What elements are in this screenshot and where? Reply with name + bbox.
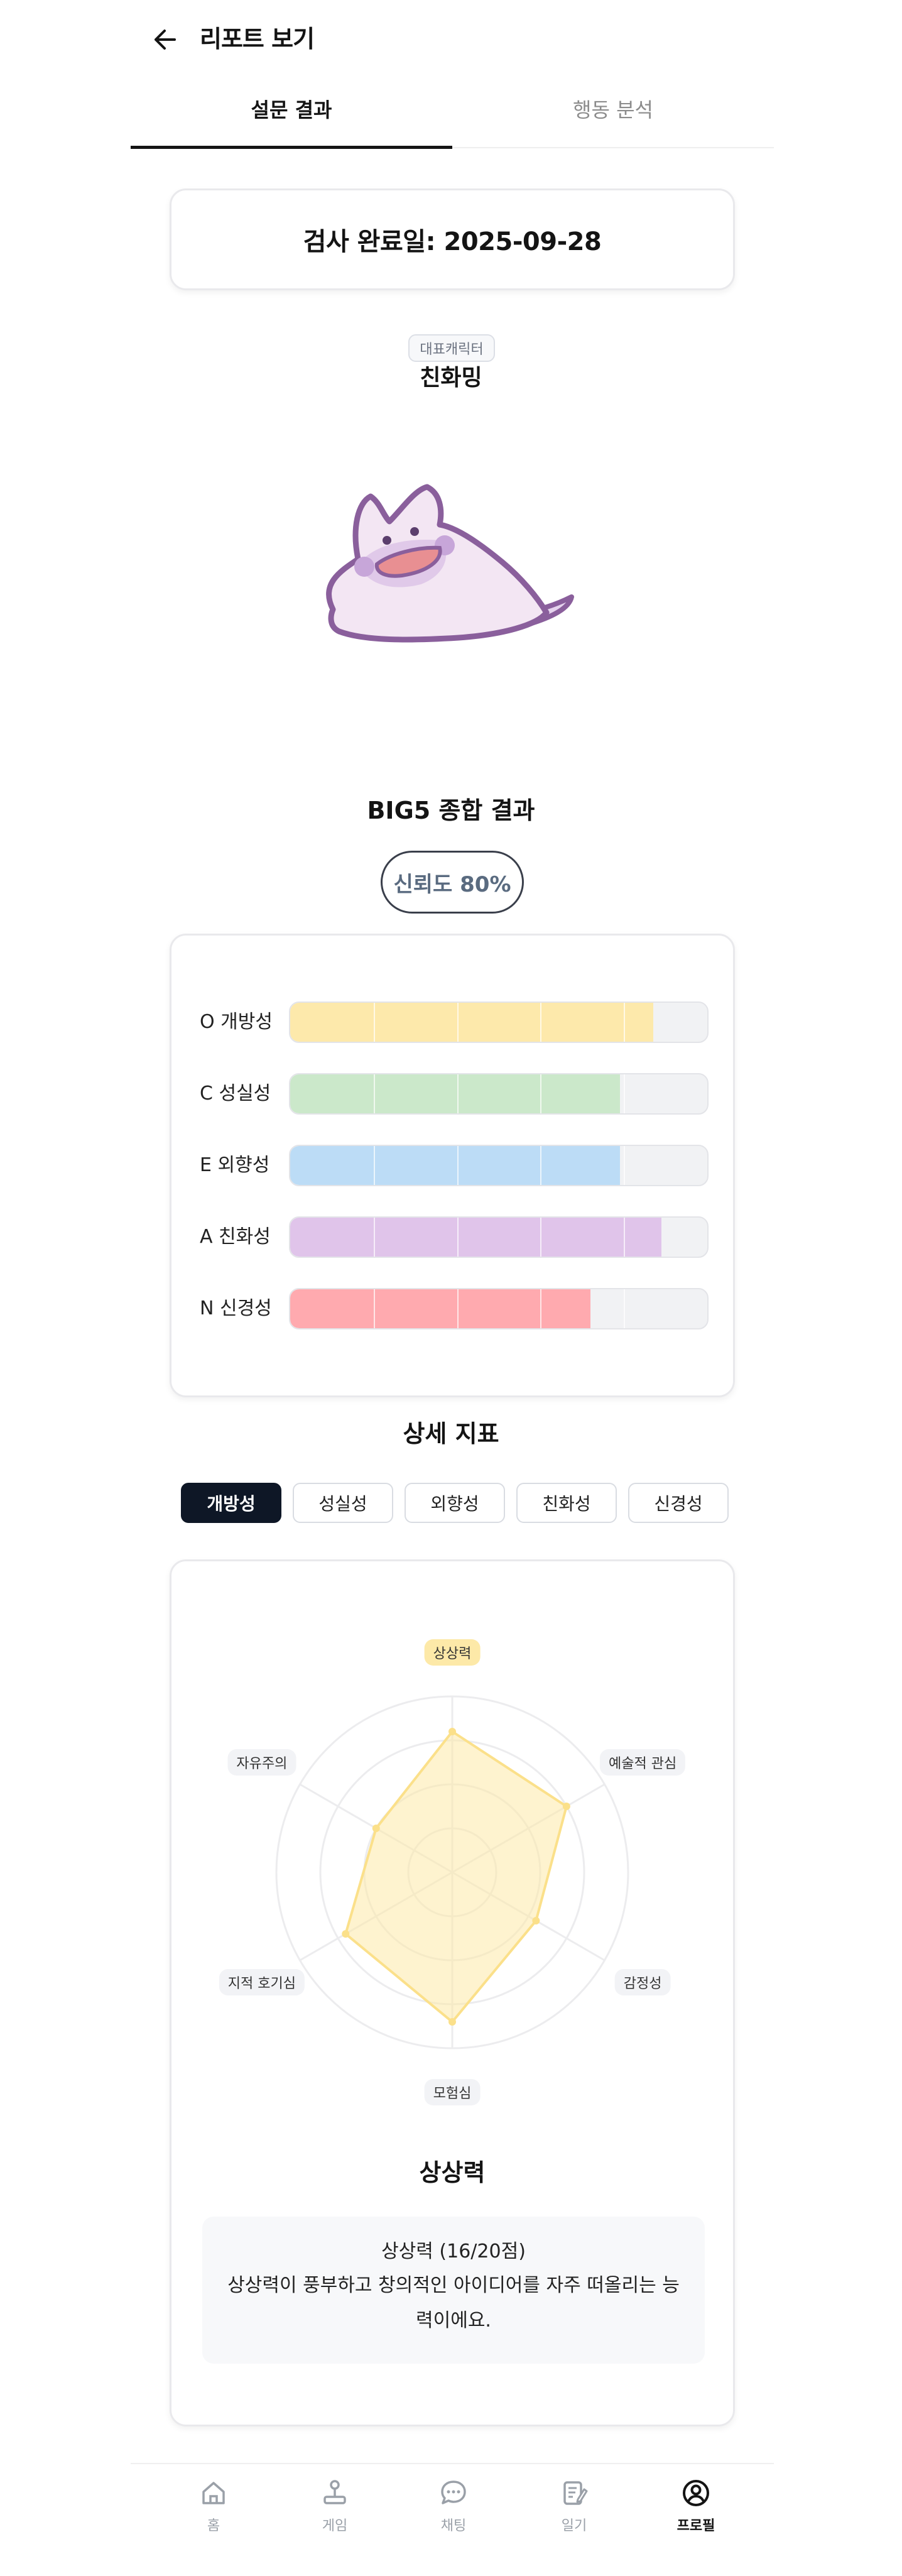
nav-game-label: 게임 [322, 2518, 348, 2534]
radar-chart [275, 1695, 629, 2049]
big5-bar-gridline [457, 1146, 459, 1185]
big5-bar-label: A 친화성 [200, 1226, 271, 1248]
home-icon [202, 2482, 225, 2504]
big5-bar-gridline [457, 1218, 459, 1257]
radar-axis-label[interactable]: 지적 호기심 [219, 1969, 305, 1995]
tab-divider [452, 147, 774, 148]
nav-diary[interactable]: 일기 [536, 2478, 612, 2553]
big5-bar-label: O 개방성 [200, 1011, 273, 1033]
selected-facet-title: 상상력 [419, 2159, 486, 2186]
character-name: 친화밍 [420, 365, 482, 391]
radar-axis-label[interactable]: 감정성 [614, 1969, 671, 1995]
big5-bar-row: A 친화성 [200, 1216, 709, 1258]
big5-bar-label: N 신경성 [200, 1297, 272, 1319]
big5-bar-row: C 성실성 [200, 1073, 709, 1115]
radar-axis-label[interactable]: 상상력 [424, 1639, 481, 1666]
nav-profile[interactable]: 프로필 [658, 2478, 734, 2553]
big5-bar-track [289, 1216, 709, 1258]
big5-bar-gridline [457, 1074, 459, 1113]
tab-behavior-analysis[interactable]: 행동 분석 [452, 94, 774, 126]
big5-bar-gridline [624, 1289, 626, 1328]
diary-icon [563, 2481, 588, 2505]
nav-chat[interactable]: 채팅 [416, 2478, 491, 2553]
big5-bar-label: E 외향성 [200, 1154, 270, 1176]
big5-bar-gridline [540, 1289, 542, 1328]
completion-date: 검사 완료일: 2025-09-28 [303, 227, 602, 256]
big5-bar-row: O 개방성 [200, 1001, 709, 1043]
tab-active-indicator [131, 146, 452, 149]
radar-point [448, 1728, 456, 1735]
page-title: 리포트 보기 [200, 25, 315, 53]
big5-bar-gridline [373, 1146, 375, 1185]
big5-bar-gridline [624, 1146, 626, 1185]
big5-bar-label: C 성실성 [200, 1083, 271, 1105]
character-illustration [295, 452, 609, 691]
facet-description: 상상력이 풍부하고 창의적인 아이디어를 자주 떠올리는 능력이에요. [227, 2274, 680, 2332]
big5-bar-track [289, 1145, 709, 1186]
big5-bar-gridline [373, 1074, 375, 1113]
big5-bar-track [289, 1288, 709, 1329]
big5-bar-gridline [540, 1218, 542, 1257]
facet-score: 상상력 (16/20점) [381, 2240, 526, 2262]
radar-point [372, 1825, 380, 1832]
nav-home-label: 홈 [207, 2518, 220, 2534]
big5-bar-gridline [624, 1074, 626, 1113]
back-arrow-icon[interactable] [146, 24, 183, 55]
nav-chat-label: 채팅 [440, 2518, 467, 2534]
radar-area [344, 1730, 568, 2024]
big5-bar-fill [290, 1003, 653, 1042]
radar-point [448, 2018, 456, 2026]
radar-point [562, 1803, 570, 1810]
chat-icon [441, 2480, 466, 2504]
big5-bar-gridline [624, 1218, 626, 1257]
bottom-nav: 홈 게임 채팅 일기 프로필 [131, 2463, 774, 2576]
radar-axis-label[interactable]: 모험심 [424, 2079, 481, 2105]
reliability-badge: 신뢰도 80% [381, 851, 524, 914]
facet-description-box: 상상력 (16/20점) 상상력이 풍부하고 창의적인 아이디어를 자주 떠올리… [202, 2217, 705, 2364]
big5-bar-gridline [624, 1003, 626, 1042]
big5-bar-fill [290, 1289, 591, 1328]
nav-profile-label: 프로필 [676, 2518, 715, 2534]
big5-bar-gridline [540, 1146, 542, 1185]
tab-survey-results[interactable]: 설문 결과 [131, 94, 452, 126]
nav-game[interactable]: 게임 [297, 2478, 372, 2553]
big5-bar-fill [290, 1146, 620, 1185]
trait-chip[interactable]: 외향성 [405, 1483, 505, 1523]
big5-bar-fill [290, 1074, 620, 1113]
character-badge: 대표캐릭터 [408, 334, 495, 362]
big5-bar-gridline [373, 1289, 375, 1328]
nav-home[interactable]: 홈 [176, 2478, 251, 2553]
radar-axis-label[interactable]: 자유주의 [227, 1749, 296, 1776]
big5-bar-row: N 신경성 [200, 1288, 709, 1329]
detail-title: 상세 지표 [403, 1420, 499, 1448]
trait-chip[interactable]: 친화성 [516, 1483, 617, 1523]
big5-bar-gridline [373, 1003, 375, 1042]
trait-chip[interactable]: 개방성 [181, 1483, 281, 1523]
big5-bar-gridline [540, 1074, 542, 1113]
radar-axis-label[interactable]: 예술적 관심 [599, 1749, 686, 1776]
big5-bar-track [289, 1001, 709, 1043]
radar-point [532, 1917, 540, 1924]
profile-icon [683, 2480, 709, 2506]
joystick-icon [323, 2480, 346, 2504]
big5-bar-gridline [457, 1003, 459, 1042]
completion-card: 검사 완료일: 2025-09-28 [170, 188, 735, 290]
big5-bar-row: E 외향성 [200, 1145, 709, 1186]
trait-chip[interactable]: 성실성 [293, 1483, 393, 1523]
big5-bar-fill [290, 1218, 661, 1257]
big5-bar-gridline [457, 1289, 459, 1328]
radar-point [342, 1930, 350, 1938]
big5-title: BIG5 종합 결과 [367, 797, 535, 824]
big5-bar-gridline [540, 1003, 542, 1042]
trait-chip[interactable]: 신경성 [628, 1483, 729, 1523]
big5-bar-gridline [373, 1218, 375, 1257]
big5-bar-track [289, 1073, 709, 1115]
nav-diary-label: 일기 [561, 2518, 587, 2534]
